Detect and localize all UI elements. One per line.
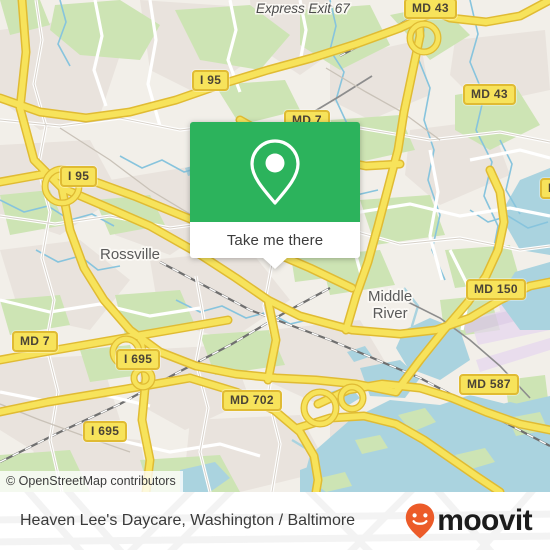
popup-tail-pointer bbox=[262, 257, 288, 269]
map-screenshot: Express Exit 67 Rossville Middle River M… bbox=[0, 0, 550, 550]
place-label-line: River bbox=[372, 305, 408, 322]
destination-popup[interactable]: Take me there bbox=[190, 122, 360, 269]
place-label-line: Middle bbox=[368, 288, 413, 305]
location-title: Heaven Lee's Daycare, Washington / Balti… bbox=[20, 512, 356, 529]
osm-attribution[interactable]: © OpenStreetMap contributors bbox=[0, 471, 183, 492]
road-shield-i695-north[interactable]: I 695 bbox=[116, 349, 161, 370]
road-shield-i695-south[interactable]: I 695 bbox=[83, 421, 128, 442]
road-name-label: Express Exit 67 bbox=[256, 1, 350, 16]
place-label-rossville: Rossville bbox=[100, 246, 161, 263]
popup-header bbox=[190, 122, 360, 222]
take-me-there-label: Take me there bbox=[226, 231, 324, 249]
popup-footer[interactable]: Take me there bbox=[190, 222, 360, 269]
footer-bar: Heaven Lee's Daycare, Washington / Balti… bbox=[0, 492, 550, 550]
location-pin-icon bbox=[250, 139, 300, 205]
road-shield-md43-east[interactable]: MD 43 bbox=[463, 84, 516, 105]
road-shield-md7-west[interactable]: MD 7 bbox=[12, 331, 58, 352]
road-shield-i95-west[interactable]: I 95 bbox=[60, 166, 98, 187]
road-shield-md587[interactable]: MD 587 bbox=[459, 374, 519, 395]
moovit-smiley-pin-icon bbox=[406, 503, 435, 539]
road-shield-md150[interactable]: MD 150 bbox=[466, 279, 526, 300]
road-shield-md43-north[interactable]: MD 43 bbox=[404, 0, 457, 19]
road-shield-edge-partial[interactable]: MD 150 bbox=[540, 178, 550, 199]
road-shield-i95-north[interactable]: I 95 bbox=[192, 70, 230, 91]
place-label-middle-river: Middle River bbox=[368, 288, 412, 322]
road-shield-md702[interactable]: MD 702 bbox=[222, 390, 282, 411]
moovit-logo[interactable]: moovit bbox=[405, 503, 533, 539]
moovit-wordmark: moovit bbox=[437, 504, 532, 537]
